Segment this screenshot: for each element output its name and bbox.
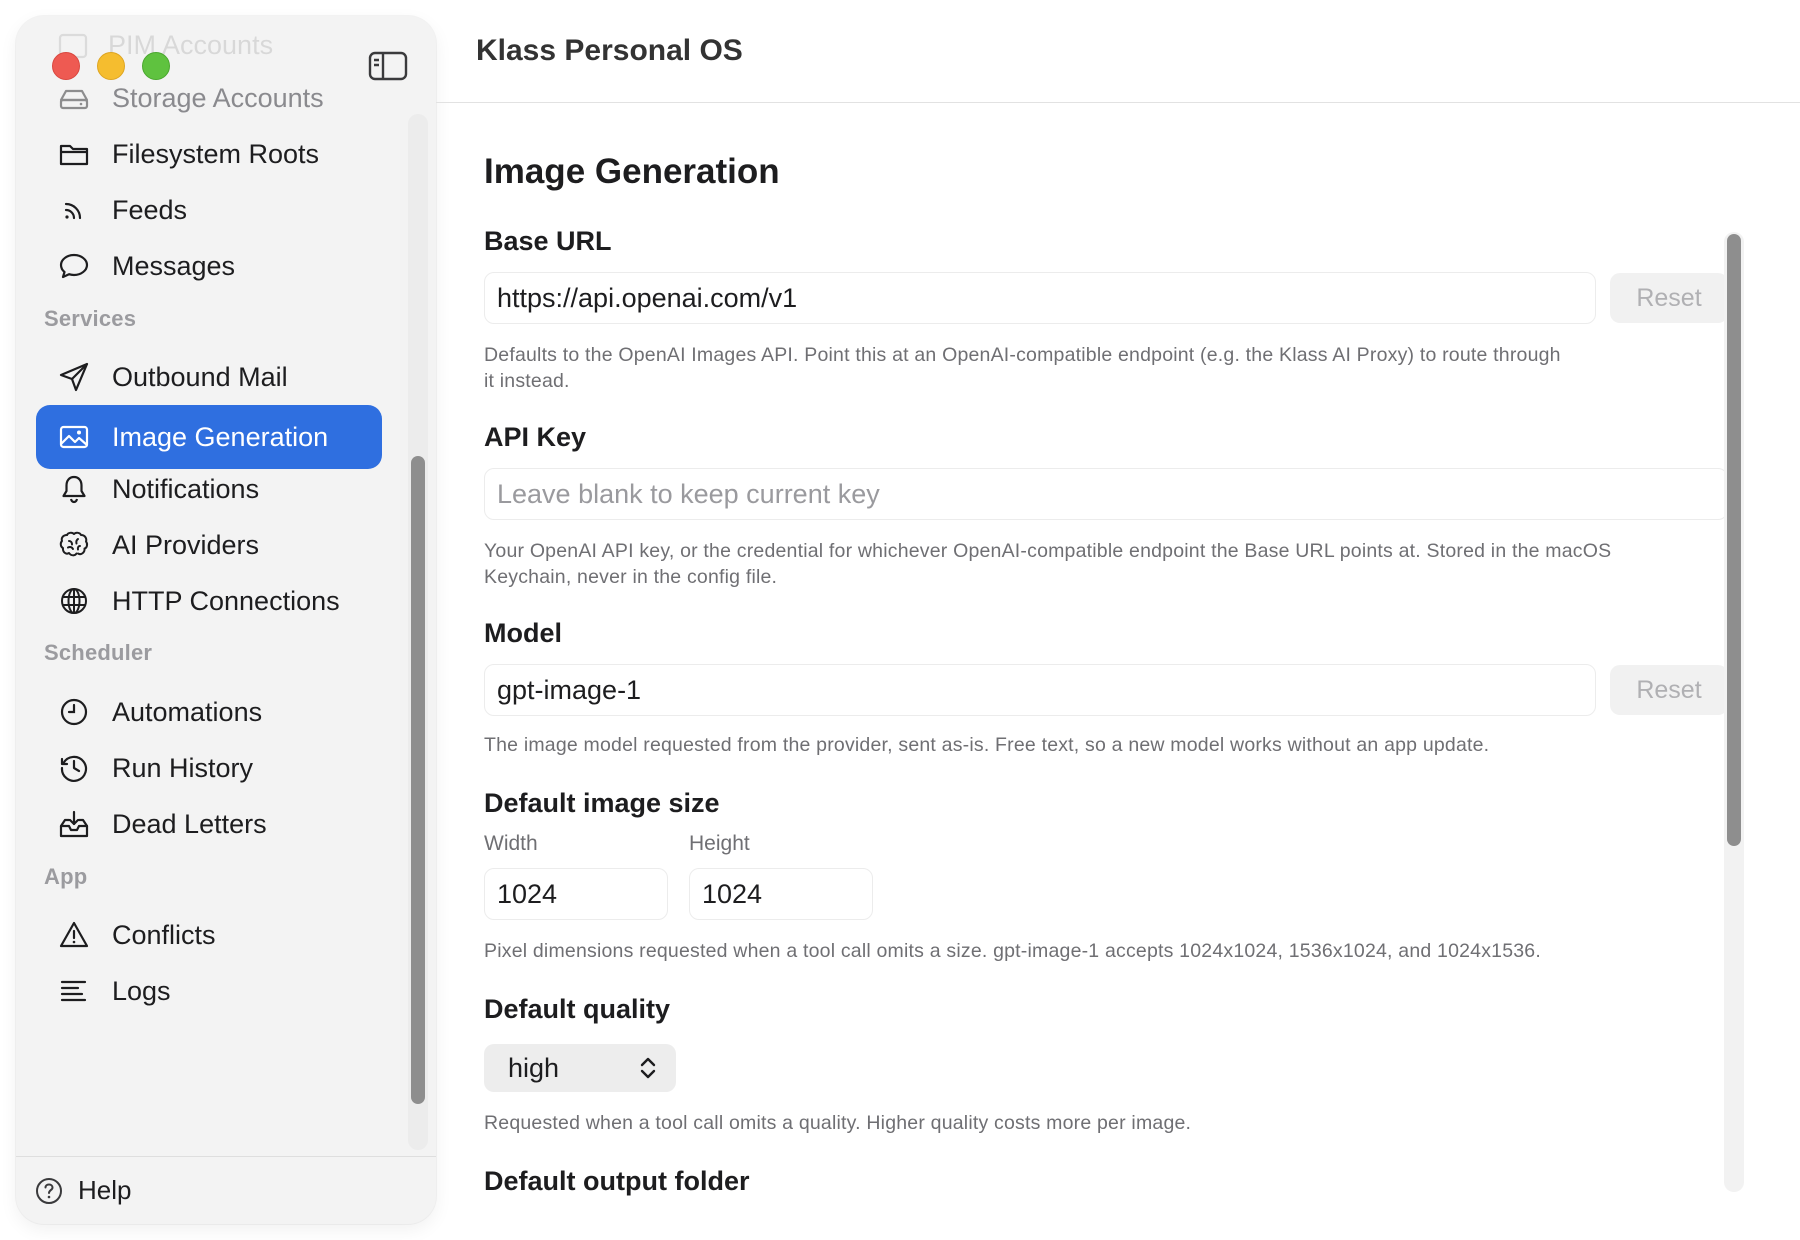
minimize-window-button[interactable] [97, 52, 125, 80]
sidebar-item-conflicts[interactable]: Conflicts [36, 903, 382, 967]
sidebar-item-ai-providers[interactable]: AI Providers [36, 513, 382, 577]
sidebar-item-label: Messages [112, 250, 236, 281]
title-divider [436, 102, 1800, 103]
height-input[interactable] [689, 868, 873, 920]
sidebar-item-automations[interactable]: Automations [36, 680, 382, 744]
photo-icon [56, 419, 92, 455]
sidebar-item-http-connections[interactable]: HTTP Connections [36, 569, 382, 633]
chat-bubble-icon [56, 248, 92, 284]
page-title: Image Generation [484, 152, 780, 191]
quality-label: Default quality [484, 994, 671, 1024]
sidebar-item-run-history[interactable]: Run History [36, 736, 382, 800]
inbox-tray-icon [56, 806, 92, 842]
close-window-button[interactable] [52, 52, 80, 80]
updown-chevron-icon [640, 1057, 656, 1079]
model-reset-button[interactable]: Reset [1610, 665, 1728, 715]
sidebar-item-label: HTTP Connections [112, 585, 340, 616]
sidebar-item-label: Notifications [112, 473, 260, 504]
warning-icon [56, 917, 92, 953]
image-size-label: Default image size [484, 788, 720, 818]
sidebar-item-label: Run History [112, 752, 254, 783]
sidebar-item-feeds[interactable]: Feeds [36, 178, 382, 242]
sidebar: PIM Accounts Storage Accounts Filesystem… [16, 16, 436, 1224]
sidebar-item-label: Storage Accounts [112, 82, 324, 113]
help-button[interactable]: Help [16, 1156, 436, 1224]
sidebar-item-notifications[interactable]: Notifications [36, 457, 382, 521]
storage-icon [56, 80, 92, 116]
main-scrollbar-thumb[interactable] [1727, 234, 1741, 846]
model-help: The image model requested from the provi… [484, 734, 1490, 756]
section-header-app: App [44, 864, 88, 889]
width-label: Width [484, 832, 538, 855]
help-label: Help [78, 1175, 132, 1205]
bell-icon [56, 471, 92, 507]
sidebar-item-label: Automations [112, 696, 263, 727]
sidebar-scrollbar-thumb[interactable] [411, 456, 425, 1104]
quality-help: Requested when a tool call omits a quali… [484, 1112, 1192, 1134]
sidebar-item-label: Conflicts [112, 919, 216, 950]
sidebar-item-logs[interactable]: Logs [36, 959, 382, 1023]
quality-select[interactable]: high [484, 1044, 676, 1092]
history-icon [56, 750, 92, 786]
list-lines-icon [56, 973, 92, 1009]
window-controls [52, 52, 170, 80]
brain-icon [56, 527, 92, 563]
sidebar-item-label: Dead Letters [112, 808, 267, 839]
width-input[interactable] [484, 868, 668, 920]
base-url-label: Base URL [484, 226, 612, 256]
sidebar-item-dead-letters[interactable]: Dead Letters [36, 792, 382, 856]
section-header-scheduler: Scheduler [44, 640, 153, 665]
api-key-help-line-1: Your OpenAI API key, or the credential f… [484, 540, 1612, 562]
model-input[interactable] [484, 664, 1596, 716]
sidebar-item-label: AI Providers [112, 529, 260, 560]
window-title: Klass Personal OS [476, 34, 743, 67]
api-key-label: API Key [484, 422, 587, 452]
paper-plane-icon [56, 359, 92, 395]
sidebar-item-label: Filesystem Roots [112, 138, 320, 169]
main-pane: Klass Personal OS Image Generation Base … [436, 0, 1800, 1240]
api-key-input[interactable] [484, 468, 1728, 520]
section-header-services: Services [44, 306, 137, 331]
api-key-help-line-2: Keychain, never in the config file. [484, 566, 778, 588]
rss-icon [56, 192, 92, 228]
sidebar-toggle-icon[interactable] [368, 50, 408, 82]
base-url-input[interactable] [484, 272, 1596, 324]
question-circle-icon [34, 1176, 64, 1206]
sidebar-item-label: Image Generation [112, 421, 329, 452]
folder-icon [56, 136, 92, 172]
base-url-help-line-1: Defaults to the OpenAI Images API. Point… [484, 344, 1561, 366]
zoom-window-button[interactable] [142, 52, 170, 80]
base-url-help-line-2: it instead. [484, 370, 570, 392]
sidebar-item-messages[interactable]: Messages [36, 234, 382, 298]
sidebar-item-outbound-mail[interactable]: Outbound Mail [36, 345, 382, 409]
quality-select-value: high [508, 1052, 560, 1083]
clock-icon [56, 694, 92, 730]
globe-icon [56, 583, 92, 619]
output-folder-label: Default output folder [484, 1166, 750, 1196]
sidebar-item-label: Logs [112, 975, 171, 1006]
base-url-reset-button[interactable]: Reset [1610, 273, 1728, 323]
sidebar-item-label: Feeds [112, 194, 188, 225]
sidebar-item-label: Outbound Mail [112, 361, 288, 392]
sidebar-item-filesystem-roots[interactable]: Filesystem Roots [36, 122, 382, 186]
model-label: Model [484, 618, 562, 648]
image-size-help: Pixel dimensions requested when a tool c… [484, 940, 1541, 962]
height-label: Height [689, 832, 750, 855]
